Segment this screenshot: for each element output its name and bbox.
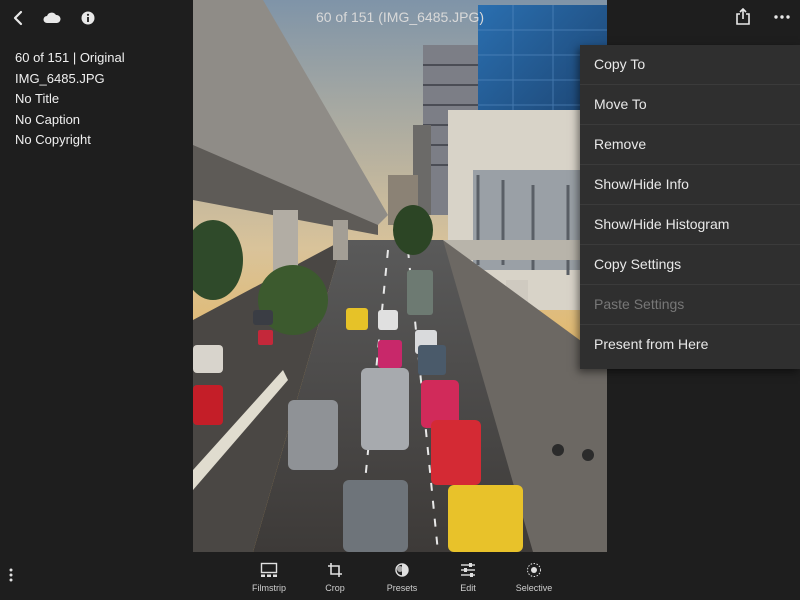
more-icon[interactable]: [772, 8, 792, 26]
crop-button[interactable]: Crop: [300, 562, 370, 593]
bottom-toolbar: Filmstrip Crop Presets Edit Selective: [0, 552, 800, 600]
photo-info: 60 of 151 | Original IMG_6485.JPG No Tit…: [15, 48, 125, 151]
selective-icon: [527, 563, 541, 577]
selective-label: Selective: [515, 583, 553, 593]
info-title: No Title: [15, 91, 60, 107]
selective-button[interactable]: Selective: [499, 562, 569, 593]
info-copyright: No Copyright: [15, 132, 91, 148]
presets-label: Presets: [386, 583, 418, 593]
photo-viewer[interactable]: [193, 0, 607, 552]
filmstrip-icon: [260, 562, 278, 577]
menu-item-show-hide-histogram[interactable]: Show/Hide Histogram: [580, 205, 800, 245]
presets-icon: [395, 563, 409, 577]
sliders-icon: [461, 563, 475, 577]
menu-item-copy-settings[interactable]: Copy Settings: [580, 245, 800, 285]
edit-button[interactable]: Edit: [433, 562, 503, 593]
share-icon[interactable]: [733, 7, 753, 27]
presets-button[interactable]: Presets: [367, 562, 437, 593]
crop-label: Crop: [325, 583, 345, 593]
menu-item-show-hide-info[interactable]: Show/Hide Info: [580, 165, 800, 205]
crop-icon: [328, 563, 342, 577]
info-caption: No Caption: [15, 111, 81, 127]
menu-item-move-to[interactable]: Move To: [580, 85, 800, 125]
photo-image: [193, 0, 607, 552]
menu-item-copy-to[interactable]: Copy To: [580, 45, 800, 85]
more-menu: Copy To Move To Remove Show/Hide Info Sh…: [580, 45, 800, 369]
top-bar: 60 of 151 (IMG_6485.JPG): [0, 0, 800, 36]
menu-item-remove[interactable]: Remove: [580, 125, 800, 165]
edit-label: Edit: [460, 583, 476, 593]
filmstrip-button[interactable]: Filmstrip: [234, 562, 304, 593]
menu-item-present-from-here[interactable]: Present from Here: [580, 325, 800, 364]
page-title: 60 of 151 (IMG_6485.JPG): [315, 9, 485, 25]
info-filename: IMG_6485.JPG: [15, 70, 105, 86]
filmstrip-label: Filmstrip: [252, 583, 286, 593]
info-count: 60 of 151 | Original: [15, 50, 125, 65]
vertical-dots-icon[interactable]: [4, 565, 18, 585]
menu-item-paste-settings: Paste Settings: [580, 285, 800, 325]
